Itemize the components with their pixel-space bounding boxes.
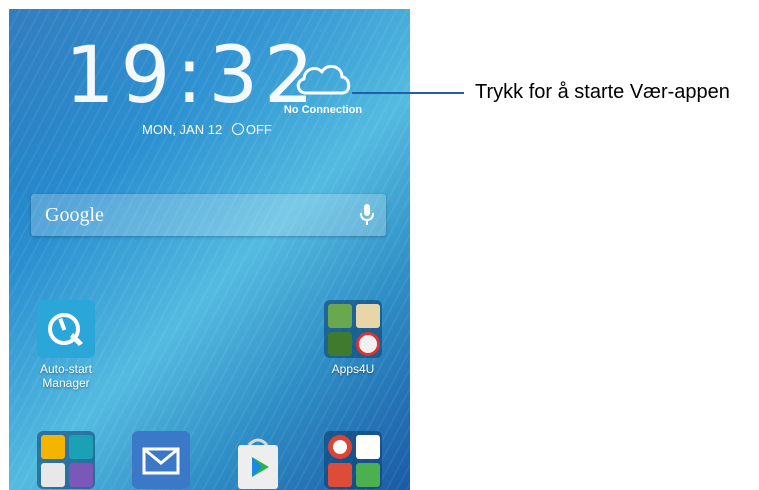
tasks-icon bbox=[69, 463, 93, 487]
gmail-icon bbox=[356, 435, 380, 459]
google-search-label: Google bbox=[45, 204, 104, 226]
dock-play-store[interactable] bbox=[218, 431, 298, 489]
dock-productivity-folder[interactable] bbox=[26, 431, 106, 489]
phone-home-screen: 19:32 MON, JAN 12 OFF No Connection Goog… bbox=[9, 9, 410, 490]
tips-icon bbox=[41, 435, 65, 459]
weather-widget[interactable]: No Connection bbox=[281, 59, 365, 116]
date-alarm-row[interactable]: MON, JAN 12 OFF bbox=[142, 122, 272, 137]
app-folder-apps4u[interactable]: Apps4U bbox=[313, 300, 393, 376]
contacts-icon bbox=[69, 435, 93, 459]
mic-icon[interactable] bbox=[360, 204, 374, 226]
travel-icon bbox=[356, 332, 380, 356]
dock-google-folder[interactable] bbox=[313, 431, 393, 489]
alarm-icon bbox=[231, 123, 244, 135]
chrome-icon bbox=[328, 435, 352, 459]
callout-text: Trykk for å starte Vær-appen bbox=[475, 81, 730, 103]
email-icon bbox=[132, 431, 190, 489]
weather-status: No Connection bbox=[283, 104, 363, 116]
autostart-label-1: Auto-start bbox=[39, 362, 93, 376]
callout-line bbox=[352, 92, 464, 94]
apps4u-folder-icon bbox=[324, 300, 382, 358]
cleaner-icon bbox=[328, 304, 352, 328]
cloud-icon bbox=[296, 64, 351, 95]
productivity-folder-icon bbox=[37, 431, 95, 489]
google-search-bar[interactable]: Google bbox=[31, 194, 386, 236]
dock-email[interactable] bbox=[121, 431, 201, 489]
apps4u-label: Apps4U bbox=[331, 362, 375, 376]
tripadvisor-icon bbox=[328, 332, 352, 356]
alarm-status: OFF bbox=[245, 122, 272, 137]
date-label: MON, JAN 12 bbox=[142, 122, 223, 137]
app-autostart-manager[interactable]: Auto-start Manager bbox=[26, 300, 106, 390]
autostart-label-2: Manager bbox=[42, 376, 90, 390]
calendar-icon bbox=[41, 463, 65, 487]
game-icon bbox=[356, 304, 380, 328]
play-store-icon bbox=[229, 431, 287, 489]
maps-icon bbox=[356, 463, 380, 487]
autostart-icon bbox=[37, 300, 95, 358]
google-folder-icon bbox=[324, 431, 382, 489]
google-plus-icon bbox=[328, 463, 352, 487]
